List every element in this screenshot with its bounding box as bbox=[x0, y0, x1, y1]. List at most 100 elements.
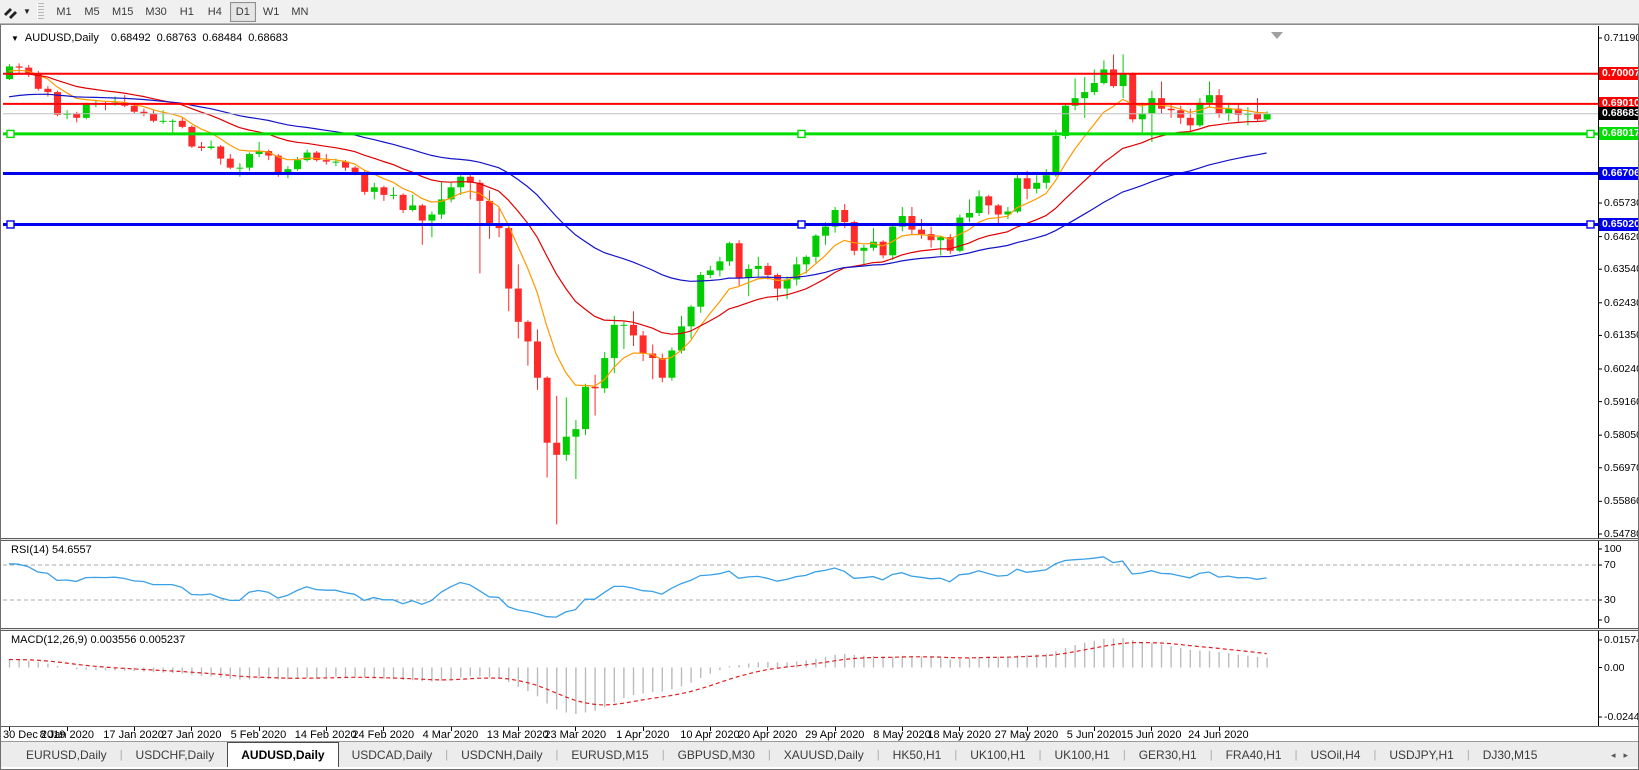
candle-body bbox=[419, 205, 426, 220]
dropdown-caret-icon[interactable]: ▼ bbox=[21, 7, 33, 16]
candle-body bbox=[1148, 98, 1155, 113]
chart-tab-usdcad-daily[interactable]: USDCAD,Daily bbox=[339, 742, 446, 767]
symbol-dropdown-icon[interactable]: ▼ bbox=[11, 34, 19, 43]
chart-tab-xauusd-daily[interactable]: XAUUSD,Daily bbox=[771, 742, 877, 767]
chart-tab-hk50-h1[interactable]: HK50,H1 bbox=[880, 742, 955, 767]
candle-body bbox=[985, 196, 992, 205]
rsi-axis-label: 30 bbox=[1604, 594, 1616, 606]
candle-body bbox=[563, 437, 570, 455]
candle-body bbox=[668, 351, 675, 378]
timeframe-toolbar: M1M5M15M30H1H4D1W1MN bbox=[50, 2, 314, 22]
candle-body bbox=[409, 205, 416, 210]
candle-body bbox=[716, 261, 723, 270]
candle-body bbox=[217, 147, 224, 159]
close-value: 0.68683 bbox=[248, 32, 288, 44]
chart-tab-ger30-h1[interactable]: GER30,H1 bbox=[1126, 742, 1210, 767]
candle-body bbox=[572, 429, 579, 437]
time-axis-label: 24 Jun 2020 bbox=[1188, 729, 1249, 741]
candle-body bbox=[707, 270, 714, 275]
timeframe-button-w1[interactable]: W1 bbox=[258, 2, 285, 22]
rsi-chart[interactable] bbox=[1, 541, 1638, 628]
chart-tab-usdjpy-h1[interactable]: USDJPY,H1 bbox=[1376, 742, 1466, 767]
timeframe-button-m1[interactable]: M1 bbox=[51, 2, 77, 22]
price-label: 0.68017 bbox=[1599, 127, 1638, 140]
time-axis-label: 1 Apr 2020 bbox=[616, 729, 669, 741]
chart-tab-fra40-h1[interactable]: FRA40,H1 bbox=[1213, 742, 1295, 767]
chart-tab-uk100-h1[interactable]: UK100,H1 bbox=[957, 742, 1038, 767]
chart-tool-icon[interactable] bbox=[1, 3, 21, 21]
chart-tab-gbpusd-m30[interactable]: GBPUSD,M30 bbox=[665, 742, 768, 767]
candlestick-chart[interactable] bbox=[1, 26, 1638, 538]
time-axis-label: 8 Jan 2020 bbox=[40, 729, 94, 741]
candle-body bbox=[966, 213, 973, 218]
price-axis-tick-label: 0.54780 bbox=[1604, 528, 1638, 538]
candle-body bbox=[1043, 175, 1050, 183]
candle-body bbox=[812, 236, 819, 257]
candle-body bbox=[784, 279, 791, 288]
candle-body bbox=[44, 89, 51, 92]
candle-body bbox=[390, 195, 397, 196]
candle-body bbox=[841, 210, 848, 222]
tab-scroll-right-icon[interactable]: ▸ bbox=[1623, 750, 1628, 761]
time-axis-label: 23 Mar 2020 bbox=[544, 729, 606, 741]
chart-tab-dj30-m15[interactable]: DJ30,M15 bbox=[1470, 742, 1551, 767]
candle-body bbox=[1081, 92, 1088, 98]
time-axis[interactable]: 30 Dec 20198 Jan 202017 Jan 202027 Jan 2… bbox=[1, 726, 1638, 741]
chart-tab-eurusd-daily[interactable]: EURUSD,Daily bbox=[13, 742, 120, 767]
rsi-line bbox=[9, 557, 1267, 617]
candle-body bbox=[822, 227, 829, 236]
candle-body bbox=[851, 222, 858, 251]
line-handle[interactable] bbox=[7, 130, 14, 137]
candle-body bbox=[505, 228, 512, 288]
timeframe-button-d1[interactable]: D1 bbox=[230, 2, 256, 22]
timeframe-button-m30[interactable]: M30 bbox=[140, 2, 171, 22]
candle-body bbox=[1187, 118, 1194, 126]
candle-body bbox=[83, 104, 90, 118]
candle-body bbox=[803, 257, 810, 265]
line-handle[interactable] bbox=[1587, 221, 1594, 228]
chart-tab-usdchf-daily[interactable]: USDCHF,Daily bbox=[123, 742, 228, 767]
line-handle[interactable] bbox=[1587, 130, 1594, 137]
timeframe-button-h4[interactable]: H4 bbox=[202, 2, 228, 22]
candle-body bbox=[601, 358, 608, 388]
moving-average-medium bbox=[9, 74, 1267, 334]
candle-body bbox=[640, 335, 647, 353]
timeframe-button-mn[interactable]: MN bbox=[286, 2, 313, 22]
candle-body bbox=[736, 243, 743, 278]
chart-shift-marker-icon bbox=[1271, 32, 1283, 39]
price-axis-tick-label: 0.63540 bbox=[1604, 263, 1638, 275]
price-axis-tick-label: 0.65730 bbox=[1604, 197, 1638, 209]
macd-panel[interactable]: MACD(12,26,9) 0.003556 0.005237 0.015741… bbox=[1, 631, 1638, 726]
line-handle[interactable] bbox=[798, 130, 805, 137]
candle-body bbox=[1091, 83, 1098, 92]
chart-tab-eurusd-m15[interactable]: EURUSD,M15 bbox=[558, 742, 661, 767]
rsi-panel[interactable]: RSI(14) 54.6557 10070300 bbox=[1, 541, 1638, 628]
candle-body bbox=[1110, 69, 1117, 86]
moving-average-slow bbox=[9, 94, 1267, 281]
main-chart-panel[interactable]: ▼ AUDUSD,Daily 0.68492 0.68763 0.68484 0… bbox=[1, 26, 1638, 538]
time-axis-label: 14 Feb 2020 bbox=[295, 729, 357, 741]
chart-tab-usdcnh-daily[interactable]: USDCNH,Daily bbox=[448, 742, 555, 767]
candle-body bbox=[208, 147, 215, 149]
tab-scroll-arrows: ◂ ▸ bbox=[1611, 742, 1628, 768]
candle-body bbox=[150, 113, 157, 121]
timeframe-button-h1[interactable]: H1 bbox=[174, 2, 200, 22]
candle-body bbox=[918, 230, 925, 235]
candle-body bbox=[1024, 178, 1031, 189]
candle-body bbox=[611, 325, 618, 358]
chart-tab-audusd-daily[interactable]: AUDUSD,Daily bbox=[227, 742, 338, 767]
candle-body bbox=[323, 160, 330, 162]
line-handle[interactable] bbox=[7, 221, 14, 228]
chart-tab-usoil-h4[interactable]: USOil,H4 bbox=[1297, 742, 1373, 767]
candle-body bbox=[179, 121, 186, 127]
macd-chart[interactable] bbox=[1, 631, 1638, 726]
macd-axis-label: 0.015741 bbox=[1604, 634, 1638, 646]
timeframe-button-m5[interactable]: M5 bbox=[79, 2, 105, 22]
chart-tab-uk100-h1[interactable]: UK100,H1 bbox=[1041, 742, 1122, 767]
tab-scroll-left-icon[interactable]: ◂ bbox=[1611, 750, 1616, 761]
line-handle[interactable] bbox=[798, 221, 805, 228]
open-value: 0.68492 bbox=[111, 32, 151, 44]
price-axis-tick-label: 0.64620 bbox=[1604, 231, 1638, 243]
time-axis-label: 15 Jun 2020 bbox=[1121, 729, 1182, 741]
timeframe-button-m15[interactable]: M15 bbox=[107, 2, 138, 22]
